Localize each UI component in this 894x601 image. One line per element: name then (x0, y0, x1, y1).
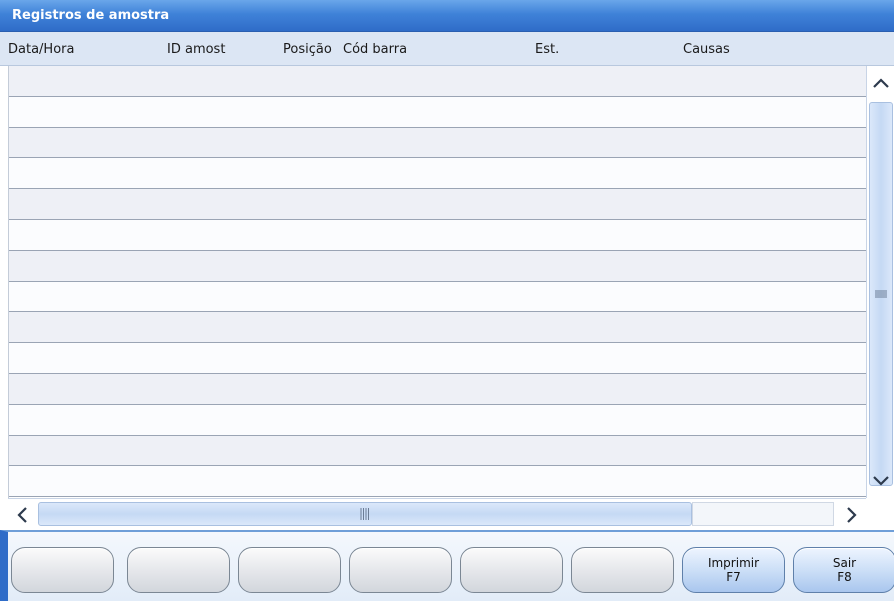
column-header-causes[interactable]: Causas (683, 42, 730, 57)
table-row[interactable] (9, 343, 866, 374)
table-row[interactable] (9, 189, 866, 220)
table-row[interactable] (9, 66, 866, 97)
chevron-left-icon (17, 507, 27, 523)
chevron-down-icon (873, 476, 889, 486)
table-row[interactable] (9, 373, 866, 405)
vertical-scroll-thumb[interactable] (869, 102, 893, 486)
print-button-shortcut: F7 (726, 570, 741, 584)
column-header-position[interactable]: Posição (283, 42, 332, 57)
table-row[interactable] (9, 219, 866, 251)
scroll-right-button[interactable] (838, 499, 866, 531)
horizontal-scroll-thumb[interactable] (38, 502, 692, 526)
grip-icon (875, 290, 887, 298)
footer-button-bar: Imprimir F7 Sair F8 (0, 530, 894, 601)
function-button-6[interactable] (571, 547, 674, 593)
horizontal-scroll-track[interactable] (692, 502, 834, 526)
window-title: Registros de amostra (12, 8, 170, 23)
table-row[interactable] (9, 158, 866, 190)
title-bar: Registros de amostra (0, 0, 894, 32)
function-button-3[interactable] (238, 547, 341, 593)
table-row[interactable] (9, 250, 866, 282)
horizontal-scrollbar[interactable] (8, 498, 866, 530)
records-table (8, 66, 866, 498)
column-header-sample-id[interactable]: ID amost (167, 42, 225, 57)
table-row[interactable] (9, 281, 866, 313)
print-button-label: Imprimir (707, 556, 760, 570)
function-button-2[interactable] (127, 547, 230, 593)
chevron-up-icon (873, 78, 889, 88)
exit-button[interactable]: Sair F8 (793, 547, 894, 593)
scroll-left-button[interactable] (8, 499, 36, 531)
exit-button-label: Sair (832, 556, 857, 570)
table-row[interactable] (9, 127, 866, 159)
print-button[interactable]: Imprimir F7 (682, 547, 785, 593)
function-button-4[interactable] (349, 547, 452, 593)
chevron-right-icon (847, 507, 857, 523)
column-header-datetime[interactable]: Data/Hora (8, 42, 74, 57)
vertical-scrollbar[interactable] (866, 66, 894, 498)
column-header: Data/Hora ID amost Posição Cód barra Est… (0, 32, 894, 66)
table-row[interactable] (9, 312, 866, 344)
grip-icon (360, 508, 369, 520)
exit-button-shortcut: F8 (837, 570, 852, 584)
table-row[interactable] (9, 404, 866, 436)
column-header-status[interactable]: Est. (535, 42, 559, 57)
table-row[interactable] (9, 96, 866, 128)
scroll-down-button[interactable] (867, 464, 894, 498)
function-button-1[interactable] (11, 547, 114, 593)
table-row[interactable] (9, 435, 866, 467)
function-button-5[interactable] (460, 547, 563, 593)
table-row[interactable] (9, 466, 866, 498)
column-header-barcode[interactable]: Cód barra (343, 42, 407, 57)
scroll-up-button[interactable] (867, 66, 894, 100)
